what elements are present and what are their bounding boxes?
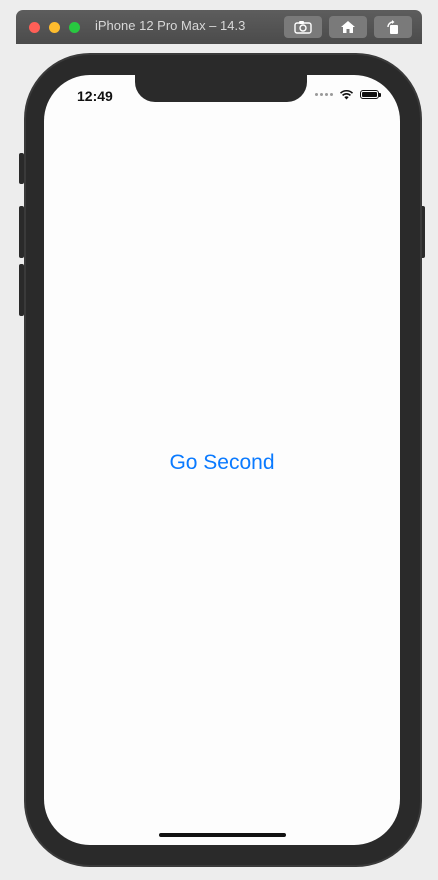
maximize-window-button[interactable] xyxy=(69,22,80,33)
cellular-signal-icon xyxy=(315,93,333,96)
battery-icon xyxy=(360,90,381,99)
mute-switch xyxy=(19,153,24,184)
notch xyxy=(135,75,307,102)
home-button[interactable] xyxy=(329,16,367,38)
camera-icon xyxy=(294,21,312,34)
status-indicators xyxy=(315,89,381,100)
window-title: iPhone 12 Pro Max – 14.3 xyxy=(95,18,246,33)
minimize-window-button[interactable] xyxy=(49,22,60,33)
power-button xyxy=(420,206,425,258)
home-indicator[interactable] xyxy=(159,833,286,837)
wifi-icon xyxy=(339,89,354,100)
simulator-window: iPhone 12 Pro Max – 14.3 12:49 Go Second xyxy=(0,0,438,880)
volume-up-button xyxy=(19,206,24,258)
screenshot-button[interactable] xyxy=(284,16,322,38)
volume-down-button xyxy=(19,264,24,316)
device-screen: 12:49 Go Second xyxy=(44,75,400,845)
rotate-button[interactable] xyxy=(374,16,412,38)
rotate-icon xyxy=(387,20,398,34)
go-second-button[interactable]: Go Second xyxy=(44,451,400,475)
window-titlebar: iPhone 12 Pro Max – 14.3 xyxy=(16,10,422,44)
status-time: 12:49 xyxy=(77,88,113,104)
close-window-button[interactable] xyxy=(29,22,40,33)
home-icon xyxy=(341,21,355,33)
